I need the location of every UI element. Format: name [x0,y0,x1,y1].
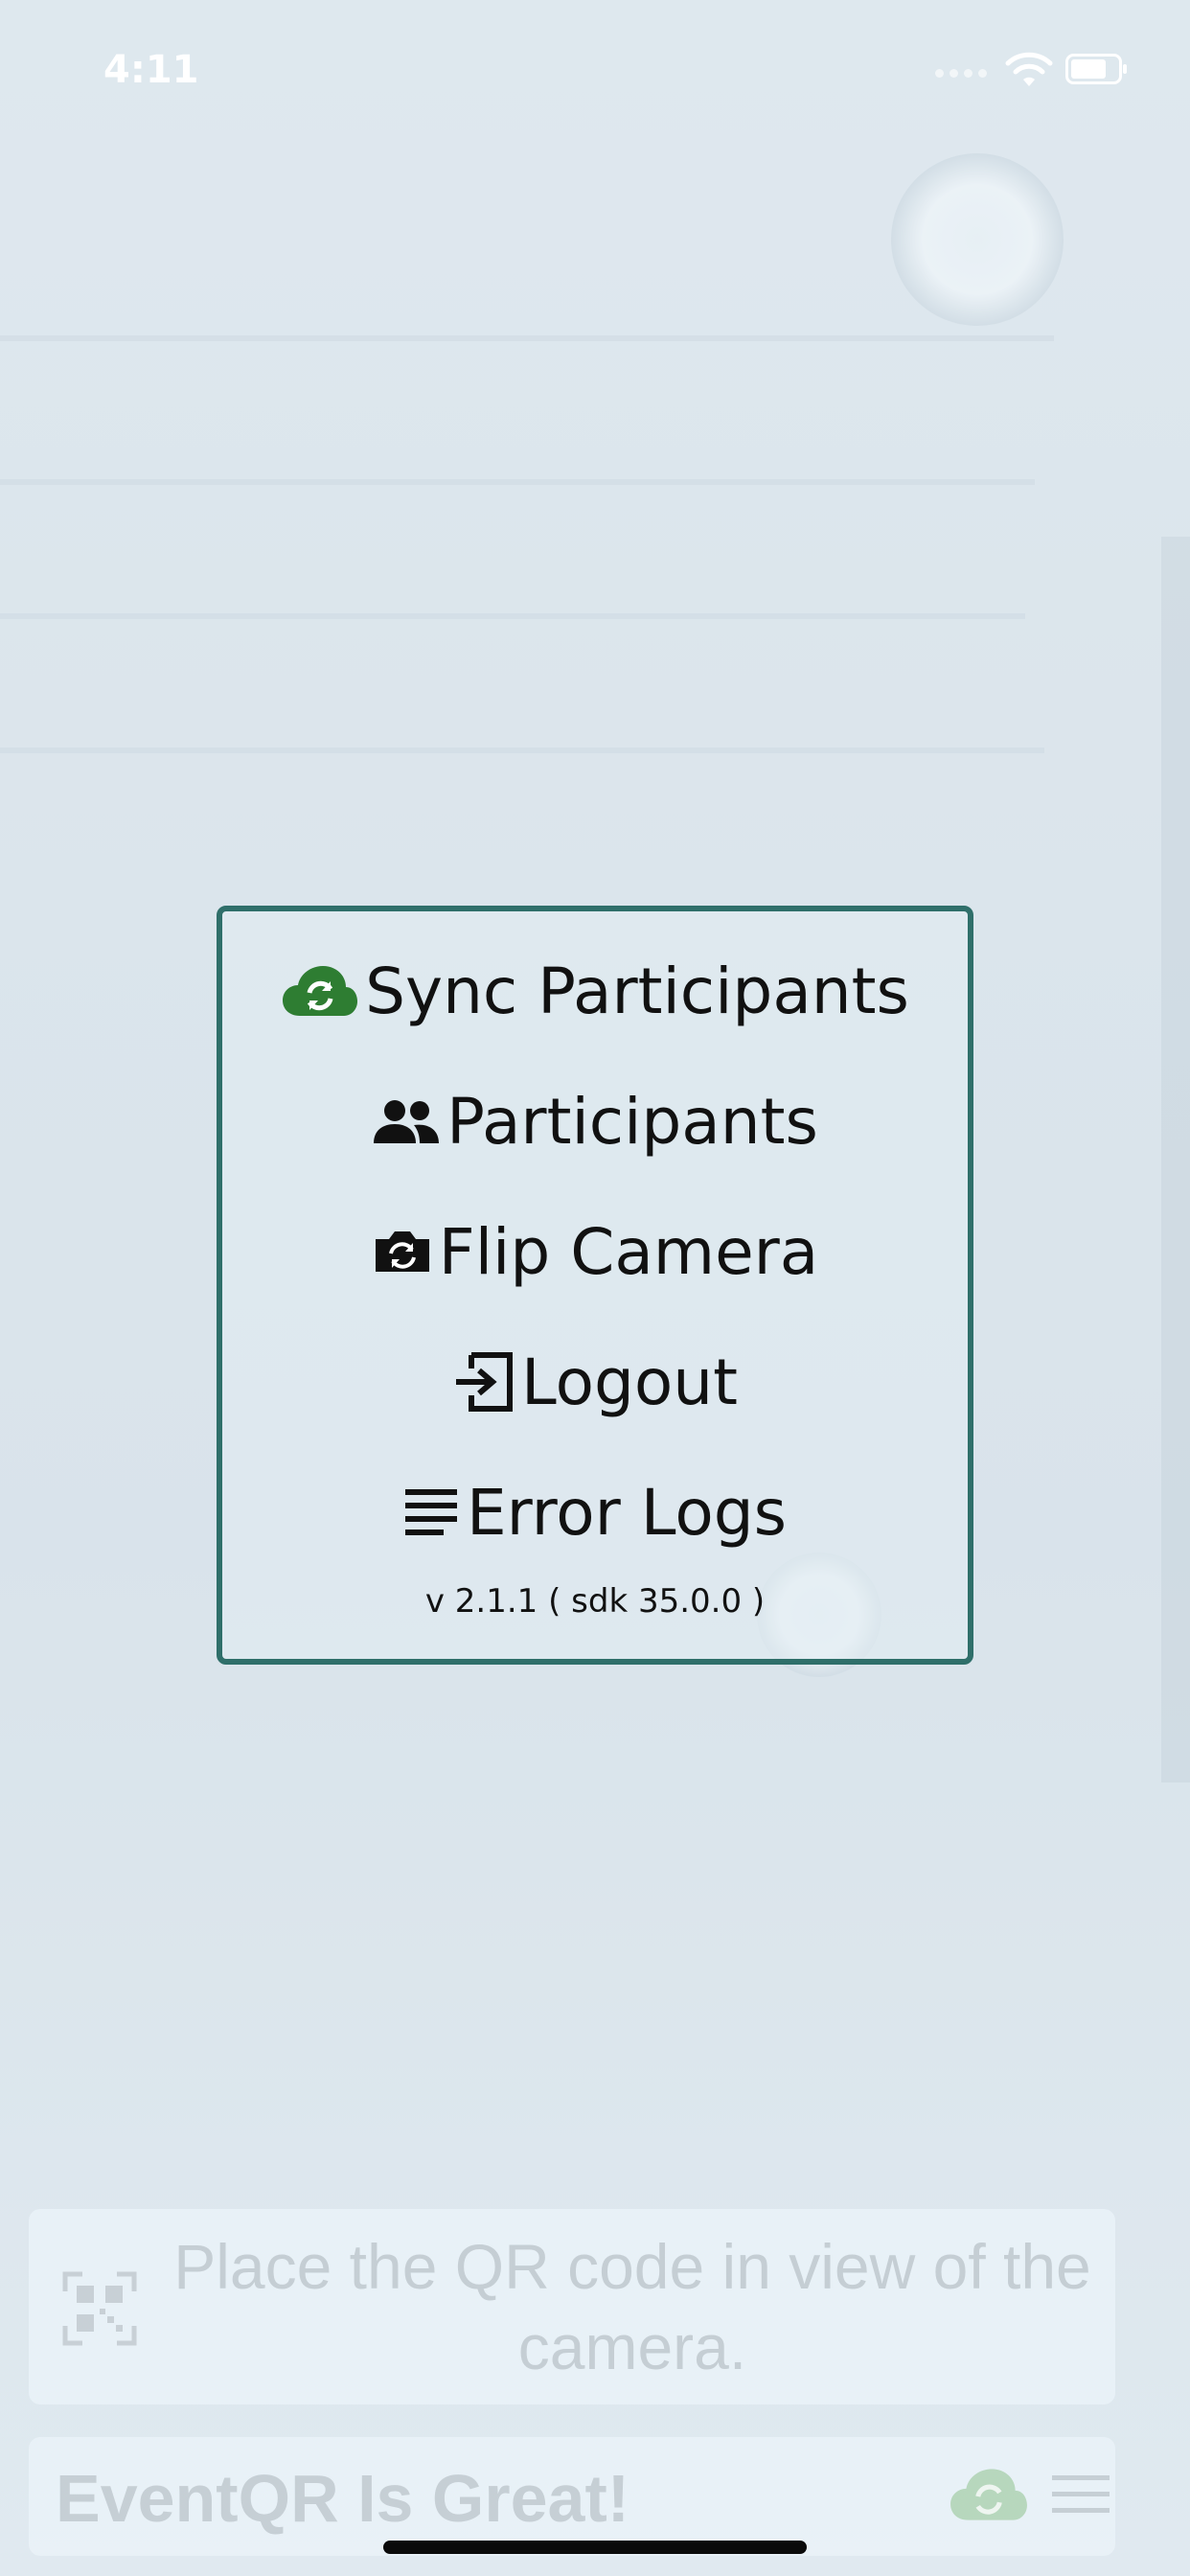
error-logs-button[interactable]: Error Logs [222,1464,968,1560]
list-lines-icon [403,1485,461,1539]
version-text: v 2.1.1 ( sdk 35.0.0 ) [424,1582,766,1621]
status-bar: 4:11 [0,0,1190,134]
menu-icon[interactable] [1052,2473,1110,2516]
participants-label: Participants [446,1084,818,1159]
scan-hint-box: Place the QR code in view of the camera. [29,2209,1115,2404]
people-icon [372,1097,441,1145]
scan-hint-text: Place the QR code in view of the camera. [173,2231,1091,2382]
app-title: EventQR Is Great! [56,2461,630,2536]
camera-flip-icon [372,1228,433,1276]
flip-camera-label: Flip Camera [438,1214,819,1289]
battery-icon [1065,54,1127,84]
sync-participants-button[interactable]: Sync Participants [222,943,968,1039]
participants-button[interactable]: Participants [222,1073,968,1169]
error-logs-label: Error Logs [466,1475,788,1550]
logout-button[interactable]: Logout [222,1334,968,1430]
bottom-bar: EventQR Is Great! [29,2437,1115,2556]
qr-code-icon [62,2271,137,2346]
options-menu: Sync Participants Participants Flip Came… [217,906,973,1665]
home-indicator[interactable] [383,2541,807,2554]
cellular-signal-icon [935,69,987,78]
cloud-sync-icon [281,964,359,1018]
logout-label: Logout [521,1345,738,1419]
wifi-icon [1005,52,1053,86]
logout-icon [452,1351,515,1413]
status-time: 4:11 [103,48,199,92]
flip-camera-button[interactable]: Flip Camera [222,1204,968,1300]
cloud-sync-icon[interactable] [949,2466,1029,2523]
sync-participants-label: Sync Participants [365,954,909,1028]
